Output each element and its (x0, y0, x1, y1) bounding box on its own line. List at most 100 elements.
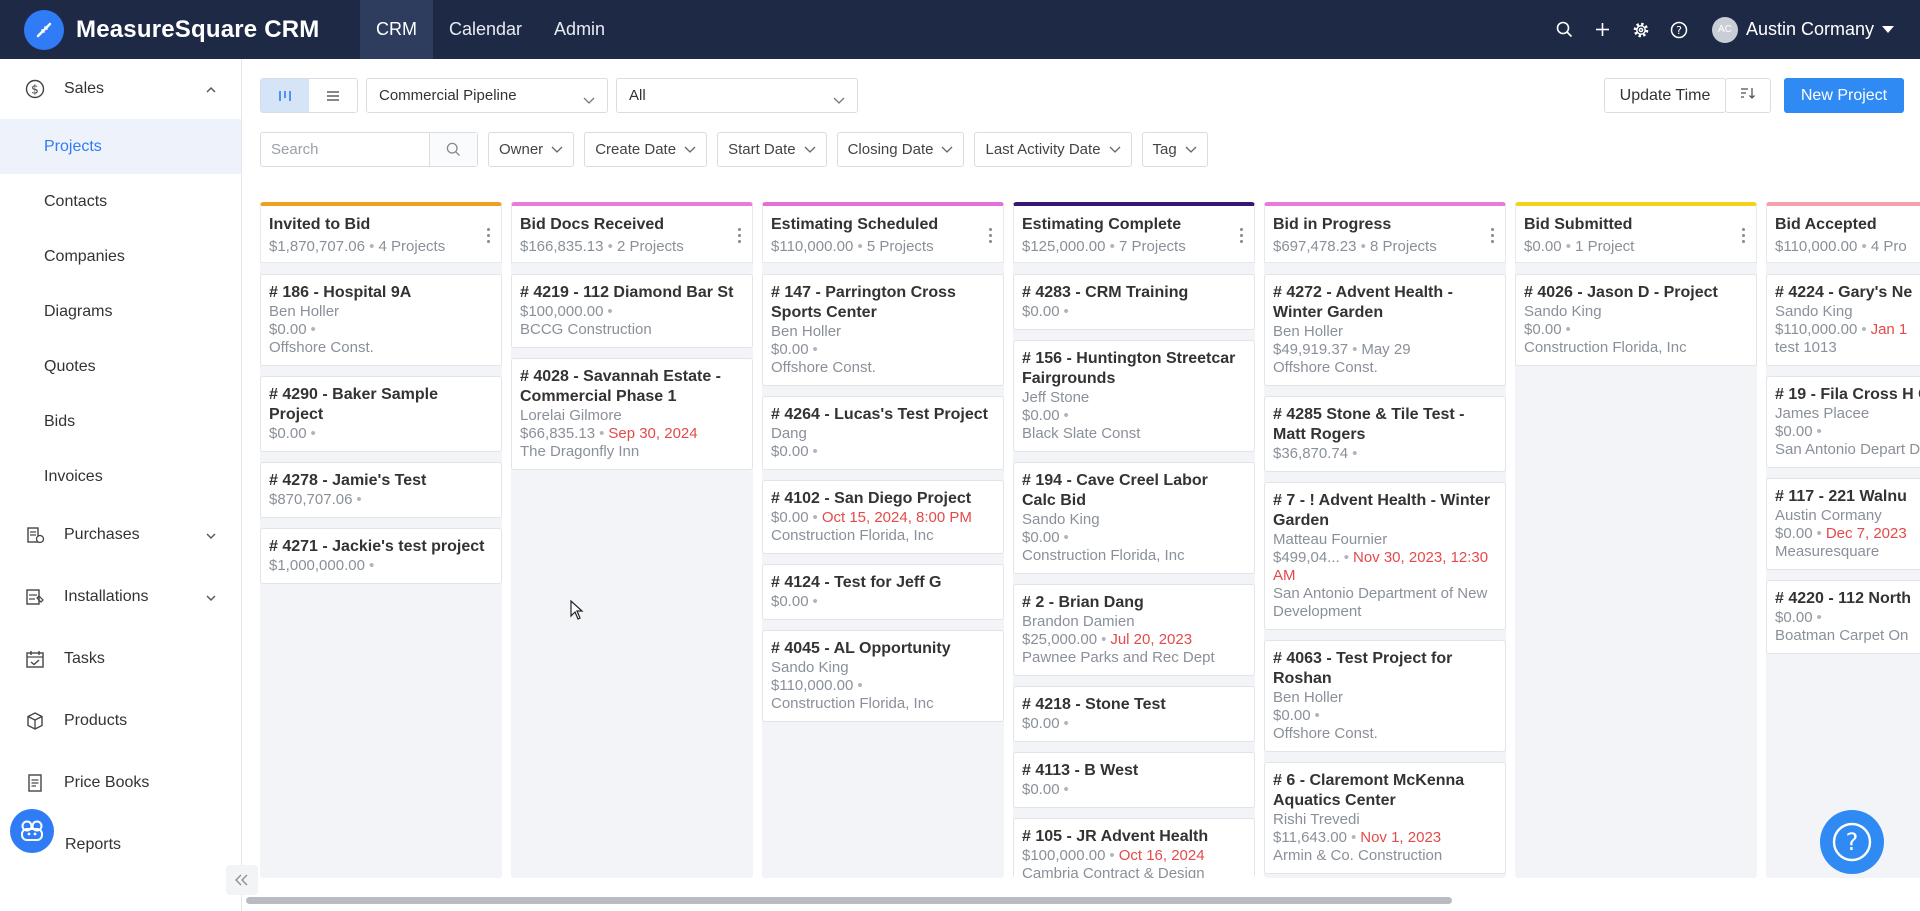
project-card[interactable]: # 4028 - Savannah Estate - Commercial Ph… (511, 358, 753, 470)
column-body: # 4224 - Gary's Ne Sando King $110,000.00 •… (1766, 263, 1920, 654)
project-card[interactable]: # 6 - Claremont McKenna Aquatics Center R… (1264, 762, 1506, 874)
chat-bot-icon[interactable] (10, 809, 54, 853)
sidebar-item-projects[interactable]: Projects (0, 119, 241, 174)
project-title: # 4028 - Savannah Estate - Commercial Ph… (520, 368, 721, 405)
filter-closing-date[interactable]: Closing Date (836, 132, 965, 167)
project-value-line: $870,707.06 • (269, 491, 493, 509)
sidebar-item-invoices[interactable]: Invoices (0, 449, 241, 504)
project-card[interactable]: # 4278 - Jamie's Test $870,707.06 • (260, 462, 502, 518)
project-card[interactable]: # 4045 - AL Opportunity Sando King $110,00… (762, 630, 1004, 722)
project-card[interactable]: # 194 - Cave Creel Labor Calc Bid Sando K… (1013, 462, 1255, 574)
project-value-line: $499,04... • Nov 30, 2023, 12:30 AM (1273, 549, 1497, 585)
filter-owner[interactable]: Owner (488, 132, 575, 167)
plus-icon[interactable] (1584, 0, 1622, 59)
update-time-button[interactable]: Update Time (1604, 78, 1726, 113)
search-input[interactable] (261, 133, 429, 166)
filter-create-date[interactable]: Create Date (584, 132, 708, 167)
project-card[interactable]: # 4102 - San Diego Project $0.00 • Oct 15, … (762, 480, 1004, 554)
column-header[interactable]: Estimating Scheduled $110,000.00 • 5 Proj… (762, 202, 1004, 263)
document-icon (24, 772, 46, 794)
separator-dot: • (310, 425, 316, 442)
sidebar-group-purchases[interactable]: Purchases (0, 504, 241, 566)
project-card[interactable]: # 147 - Parrington Cross Sports Center Be… (762, 274, 1004, 386)
more-vertical-icon[interactable] (1491, 228, 1495, 246)
project-card[interactable]: # 2 - Brian Dang Brandon Damien $25,000.00… (1013, 584, 1255, 676)
project-card[interactable]: # 4026 - Jason D - Project Sando King $0.0… (1515, 274, 1757, 366)
pipeline-column: Invited to Bid $1,870,707.06 • 4 Projects… (260, 202, 502, 878)
project-company: Boatman Carpet On (1775, 627, 1909, 644)
more-vertical-icon[interactable] (1742, 228, 1746, 246)
more-vertical-icon[interactable] (487, 228, 491, 246)
nav-calendar[interactable]: Calendar (433, 0, 538, 59)
project-value: $0.00 (269, 425, 307, 442)
project-card[interactable]: # 4219 - 112 Diamond Bar St $100,000.00 • B… (511, 274, 753, 348)
filter-tag[interactable]: Tag (1141, 132, 1208, 167)
app-logo[interactable]: MeasureSquare CRM (0, 9, 360, 50)
sidebar-item-quotes[interactable]: Quotes (0, 339, 241, 394)
project-card[interactable]: # 156 - Huntington Streetcar Fairgrounds… (1013, 340, 1255, 452)
column-header[interactable]: Invited to Bid $1,870,707.06 • 4 Projects (260, 202, 502, 263)
sidebar-group-products[interactable]: Products (0, 690, 241, 752)
search-button[interactable] (429, 133, 477, 166)
user-menu[interactable]: AC Austin Cormany (1711, 16, 1920, 43)
more-vertical-icon[interactable] (738, 228, 742, 246)
column-header[interactable]: Bid Docs Received $166,835.13 • 2 Project… (511, 202, 753, 263)
sidebar-group-installations[interactable]: Installations (0, 566, 241, 628)
column-header[interactable]: Estimating Complete $125,000.00 • 7 Proje… (1013, 202, 1255, 263)
filter-start-date[interactable]: Start Date (717, 132, 827, 167)
chevron-down-icon (205, 529, 217, 547)
list-view-button[interactable] (309, 79, 357, 112)
sort-button[interactable] (1725, 78, 1771, 113)
sidebar-item-companies[interactable]: Companies (0, 229, 241, 284)
project-card[interactable]: # 4272 - Advent Health - Winter Garden Be… (1264, 274, 1506, 386)
nav-admin[interactable]: Admin (538, 0, 621, 59)
project-card[interactable]: # 4271 - Jackie's test project $1,000,000… (260, 528, 502, 584)
project-card[interactable]: # 7 - ! Advent Health - Winter Garden Mat… (1264, 482, 1506, 630)
sidebar-item-diagrams[interactable]: Diagrams (0, 284, 241, 339)
project-card[interactable]: # 19 - Fila Cross H Center James Placee$0… (1766, 376, 1920, 468)
search-icon[interactable] (1546, 0, 1584, 59)
project-card[interactable]: # 4220 - 112 North $0.00 • Boatman Carpet O… (1766, 580, 1920, 654)
column-header[interactable]: Bid Submitted $0.00 • 1 Project (1515, 202, 1757, 263)
more-vertical-icon[interactable] (1240, 228, 1244, 246)
help-button[interactable]: ? (1820, 810, 1884, 874)
project-value-line: $100,000.00 • (520, 303, 744, 321)
project-title: # 186 - Hospital 9A (269, 284, 412, 301)
project-card[interactable]: # 4113 - B West $0.00 • (1013, 752, 1255, 808)
project-card[interactable]: # 4224 - Gary's Ne Sando King $110,000.00 •… (1766, 274, 1920, 366)
project-card[interactable]: # 4124 - Test for Jeff G $0.00 • (762, 564, 1004, 620)
help-icon[interactable]: ? (1660, 0, 1698, 59)
sidebar-group-sales[interactable]: $ Sales (0, 59, 241, 119)
project-card[interactable]: # 117 - 221 Walnu Austin Cormany $0.00 • Dec… (1766, 478, 1920, 570)
project-owner: Sando King (1524, 303, 1602, 320)
sidebar-item-bids[interactable]: Bids (0, 394, 241, 449)
sidebar-group-price-books[interactable]: Price Books (0, 752, 241, 814)
project-card[interactable]: # 4063 - Test Project for Roshan Ben Holl… (1264, 640, 1506, 752)
new-project-button[interactable]: New Project (1784, 78, 1904, 113)
project-card[interactable]: # 4283 - CRM Training $0.00 • (1013, 274, 1255, 330)
column-header[interactable]: Bid Accepted $110,000.00 • 4 Pro (1766, 202, 1920, 263)
column-header[interactable]: Bid in Progress $697,478.23 • 8 Projects (1264, 202, 1506, 263)
nav-crm[interactable]: CRM (360, 0, 433, 59)
scope-select[interactable]: All (616, 78, 858, 113)
gear-icon[interactable] (1622, 0, 1660, 59)
project-owner: Lorelai Gilmore (520, 407, 622, 424)
scrollbar-thumb[interactable] (246, 897, 1452, 904)
board-view-button[interactable] (261, 79, 309, 112)
project-card[interactable]: # 4264 - Lucas's Test Project Dang $0.00 • (762, 396, 1004, 470)
more-vertical-icon[interactable] (989, 228, 993, 246)
project-title: # 7 - ! Advent Health - Winter Garden (1273, 492, 1491, 529)
project-card[interactable]: # 105 - JR Advent Health $100,000.00 • Oct … (1013, 818, 1255, 878)
project-company: Construction Florida, Inc (1524, 339, 1687, 356)
sidebar-group-tasks[interactable]: Tasks (0, 628, 241, 690)
project-card[interactable]: # 186 - Hospital 9A Ben Holler $0.00 • Offsh… (260, 274, 502, 366)
project-card[interactable]: # 4290 - Baker Sample Project $0.00 • (260, 376, 502, 452)
project-card[interactable]: # 4285 Stone & Tile Test - Matt Rogers $3… (1264, 396, 1506, 472)
project-card[interactable]: # 4218 - Stone Test $0.00 • (1013, 686, 1255, 742)
sidebar-item-contacts[interactable]: Contacts (0, 174, 241, 229)
pipeline-select[interactable]: Commercial Pipeline (366, 78, 608, 113)
column-summary: $0.00 • 1 Project (1524, 238, 1748, 255)
filter-last-activity-date[interactable]: Last Activity Date (974, 132, 1132, 167)
project-owner: Ben Holler (269, 303, 340, 320)
horizontal-scrollbar[interactable] (242, 897, 1920, 905)
